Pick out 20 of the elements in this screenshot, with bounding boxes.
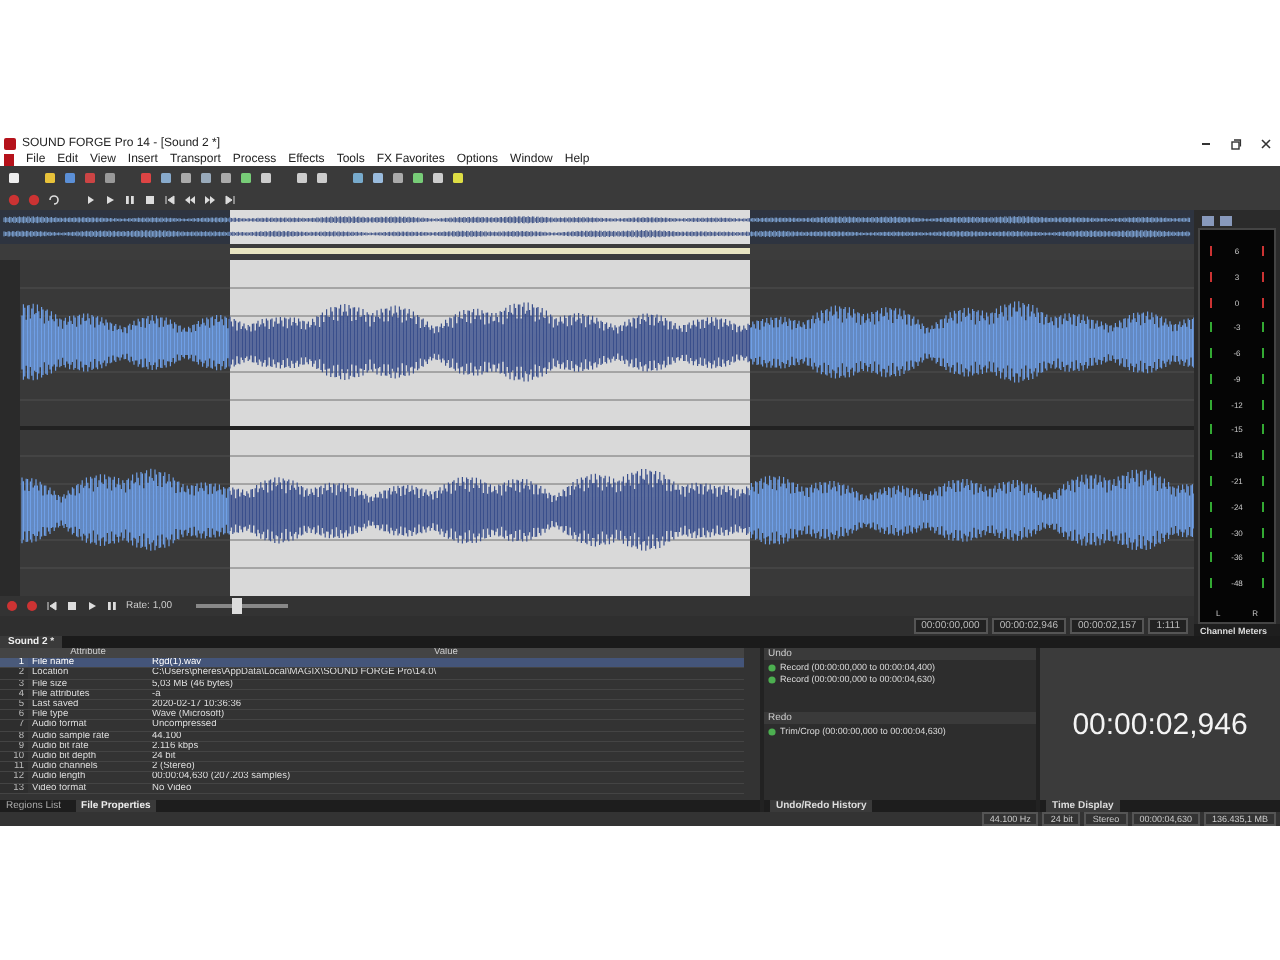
- rewind-icon[interactable]: [184, 193, 196, 205]
- app-logo-icon: [4, 138, 16, 150]
- restore-icon[interactable]: [1230, 138, 1242, 150]
- document-icon: [4, 153, 14, 165]
- pause-icon[interactable]: [124, 193, 136, 205]
- loop-icon[interactable]: [48, 193, 60, 205]
- history-step-icon: [768, 727, 776, 735]
- stop-icon[interactable]: [66, 600, 78, 612]
- skip-start-icon[interactable]: [164, 193, 176, 205]
- pause-icon[interactable]: [106, 600, 118, 612]
- slider-thumb[interactable]: [232, 598, 243, 614]
- minimize-icon[interactable]: [1200, 138, 1212, 150]
- time-display: 00:00:02,946: [1070, 705, 1250, 745]
- close-icon[interactable]: [1260, 138, 1272, 150]
- fast-forward-icon[interactable]: [204, 193, 216, 205]
- skip-end-icon[interactable]: [224, 193, 236, 205]
- stop-icon[interactable]: [144, 193, 156, 205]
- play-icon[interactable]: [86, 600, 98, 612]
- skip-start-icon[interactable]: [46, 600, 58, 612]
- toolbar-icon: [8, 171, 20, 183]
